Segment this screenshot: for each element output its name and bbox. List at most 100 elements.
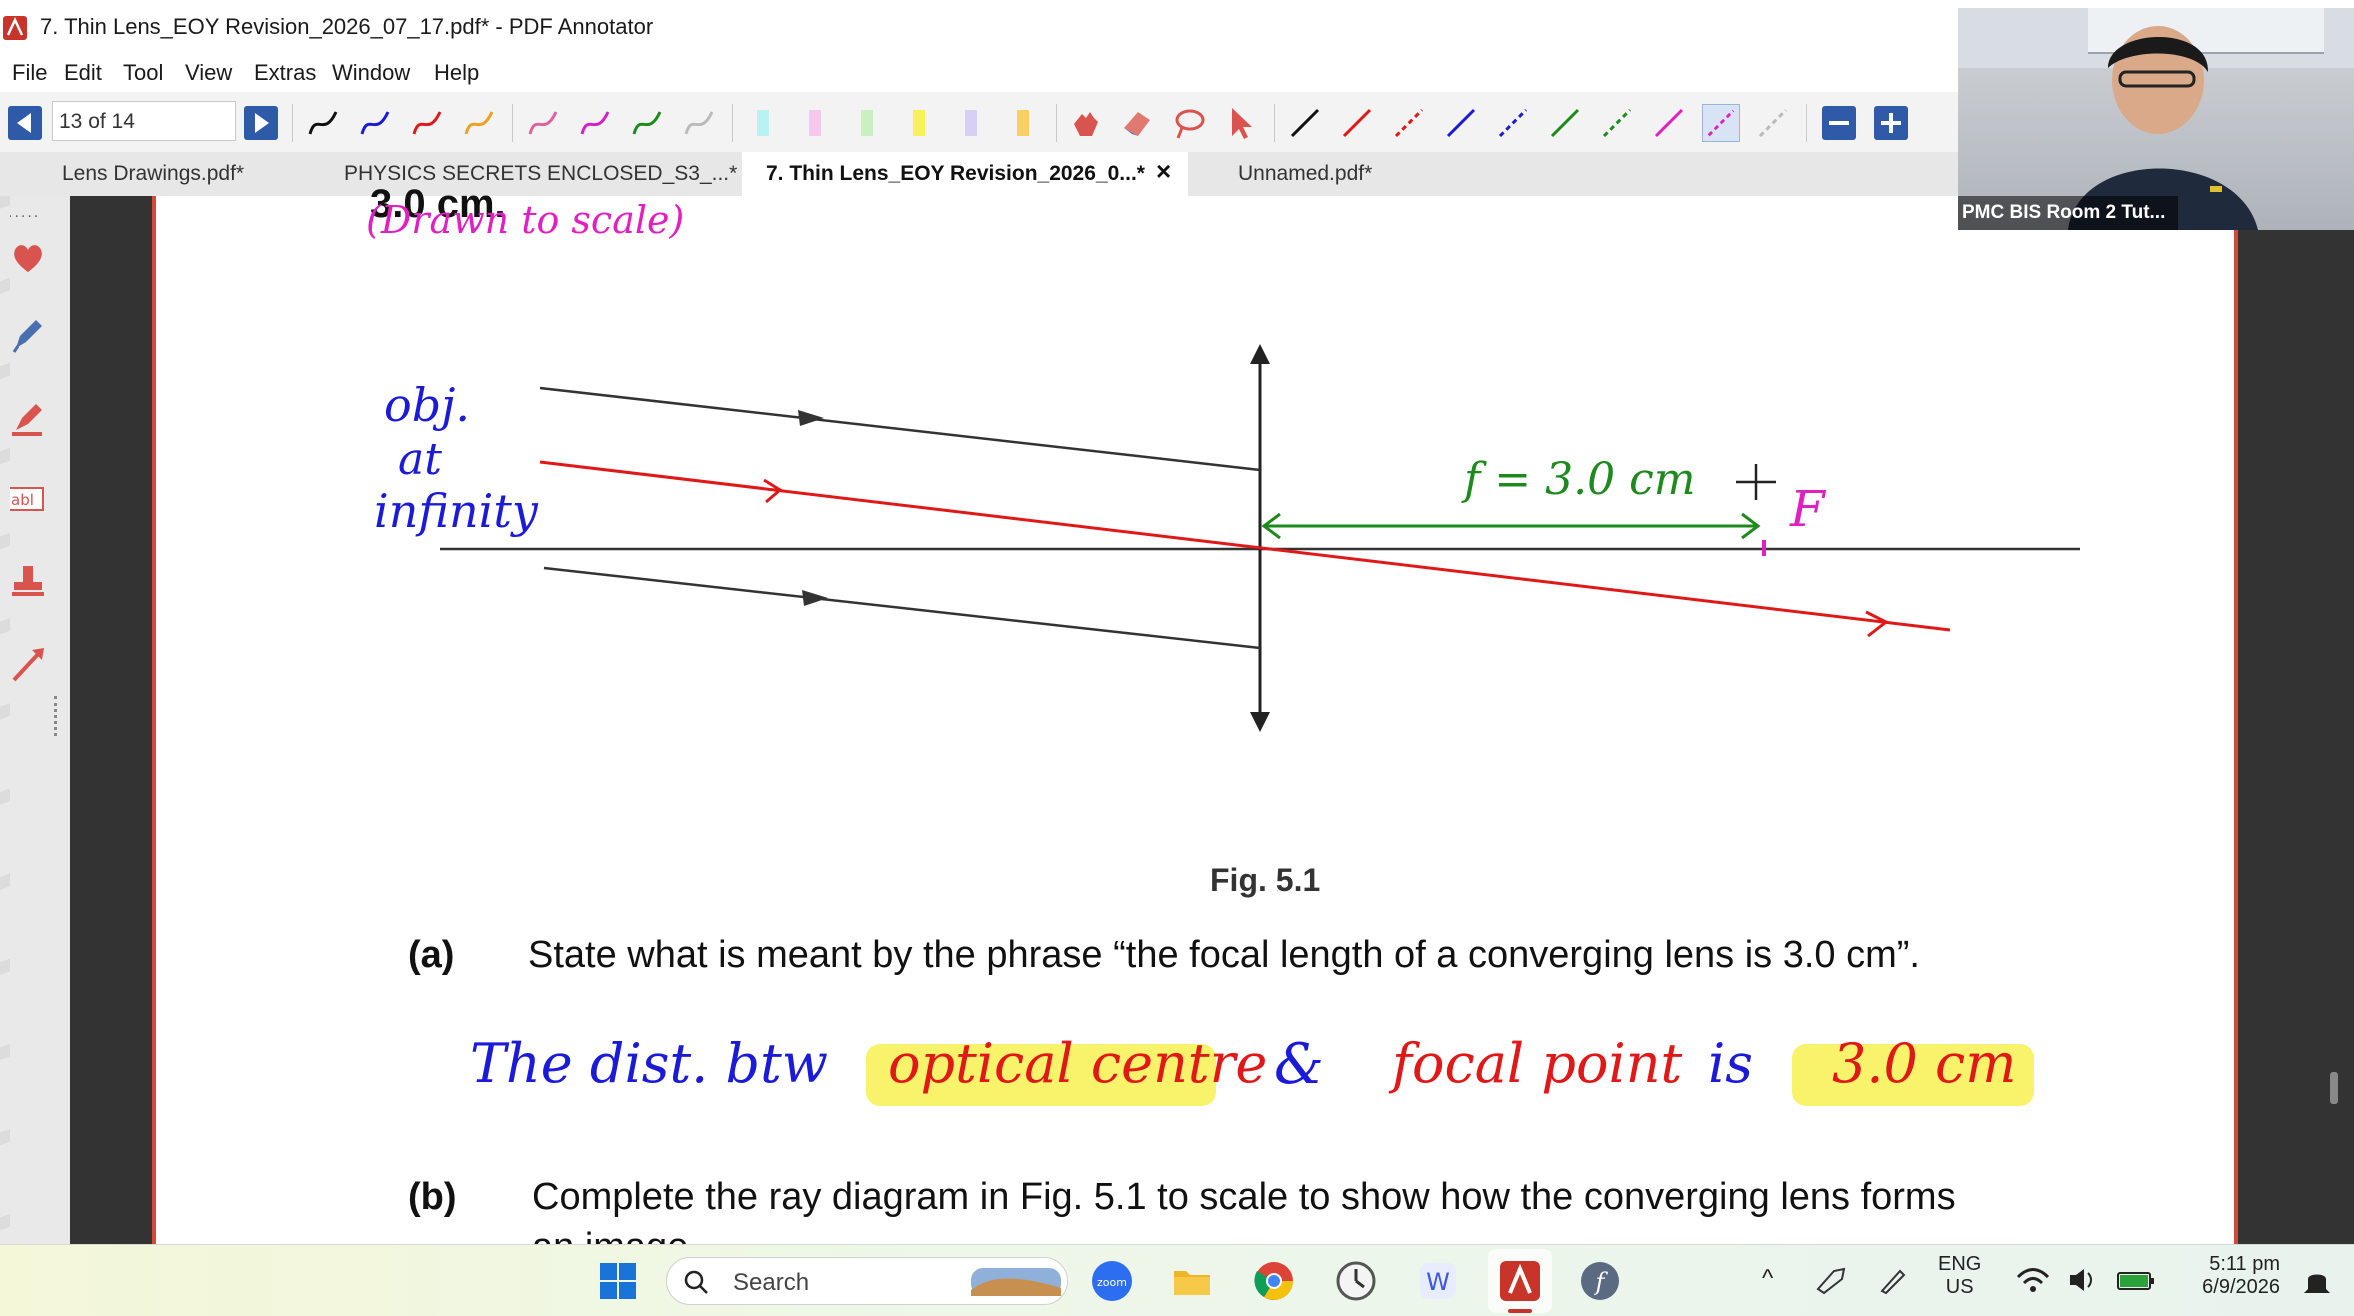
- dashed-line-red-icon[interactable]: [1390, 104, 1428, 142]
- focal-point-label: F: [1790, 480, 1825, 538]
- location-icon[interactable]: [1814, 1265, 1848, 1295]
- menu-help[interactable]: Help: [434, 60, 479, 86]
- search-placeholder: Search: [733, 1269, 810, 1296]
- lasso-select-icon[interactable]: [1170, 104, 1208, 142]
- line-green-icon[interactable]: [1546, 104, 1584, 142]
- taskbar-search-box[interactable]: Search: [666, 1257, 1068, 1305]
- svg-text:zoom: zoom: [1097, 1276, 1127, 1289]
- pen-green-icon[interactable]: [628, 104, 666, 142]
- clock-date: 6/9/2026: [2202, 1276, 2280, 1298]
- language-code: ENG: [1938, 1253, 1982, 1275]
- line-black-icon[interactable]: [1286, 104, 1324, 142]
- pdf-annotator-taskbar-icon[interactable]: [1498, 1259, 1542, 1303]
- wifi-icon[interactable]: [2016, 1265, 2050, 1295]
- zoom-in-icon[interactable]: [1872, 104, 1910, 142]
- search-highlight-image: [971, 1268, 1061, 1296]
- vertical-scrollbar-thumb[interactable]: [2330, 1072, 2338, 1104]
- lens-top-arrowhead: [1250, 344, 1270, 364]
- filezilla-app-icon[interactable]: f: [1578, 1259, 1622, 1303]
- pen-grey-icon[interactable]: [680, 104, 718, 142]
- highlighter-green-icon[interactable]: [848, 104, 886, 142]
- hand-tool-icon[interactable]: [1066, 104, 1104, 142]
- ray-arrowhead: [798, 410, 824, 426]
- highlighter-lavender-icon[interactable]: [952, 104, 990, 142]
- language-indicator[interactable]: ENG US: [1938, 1253, 1981, 1299]
- windows-taskbar: Search zoom W f ^ ENG US 5:11 pm 6/9/202…: [0, 1244, 2354, 1316]
- line-magenta-icon[interactable]: [1650, 104, 1688, 142]
- tab-label: Lens Drawings.pdf*: [62, 162, 245, 185]
- answer-is: is: [1708, 1032, 1753, 1095]
- pen-blue-icon[interactable]: [356, 104, 394, 142]
- file-explorer-icon[interactable]: [1170, 1259, 1214, 1303]
- line-red-icon[interactable]: [1338, 104, 1376, 142]
- canvas-margin-left: [70, 196, 152, 1244]
- highlighter-cyan-icon[interactable]: [744, 104, 782, 142]
- ray-arrowhead: [802, 590, 828, 606]
- page-number-field[interactable]: 13 of 14: [52, 101, 236, 141]
- webcam-name-label: PMC BIS Room 2 Tut...: [1962, 202, 2166, 223]
- menu-extras[interactable]: Extras: [254, 60, 316, 86]
- next-page-icon[interactable]: [242, 104, 280, 142]
- window-title: 7. Thin Lens_EOY Revision_2026_07_17.pdf…: [40, 14, 654, 39]
- clock-time: 5:11 pm: [2209, 1253, 2280, 1275]
- annotation-toolbar: 13 of 14: [0, 92, 1958, 152]
- menu-tool[interactable]: Tool: [123, 60, 163, 86]
- document-tabs: Lens Drawings.pdf* PHYSICS SECRETS ENCLO…: [0, 152, 1958, 196]
- pdf-annotator-app-icon: [3, 16, 27, 40]
- menu-edit[interactable]: Edit: [64, 60, 102, 86]
- line-blue-icon[interactable]: [1442, 104, 1480, 142]
- focal-length-annotation: f = 3.0 cm: [1464, 454, 1696, 505]
- pen-red-icon[interactable]: [408, 104, 446, 142]
- tab-label: Unnamed.pdf*: [1238, 162, 1373, 185]
- tab-physics-secrets[interactable]: PHYSICS SECRETS ENCLOSED_S3_...*: [300, 152, 740, 196]
- pen-input-icon[interactable]: [1876, 1265, 1910, 1295]
- dashed-line-magenta-icon[interactable]: [1702, 104, 1740, 142]
- dashed-line-grey-icon[interactable]: [1754, 104, 1792, 142]
- battery-charging-icon[interactable]: [2116, 1265, 2156, 1295]
- answer-text-part1: The dist. btw: [470, 1032, 828, 1095]
- highlighter-yellow-icon[interactable]: [900, 104, 938, 142]
- clock-app-icon[interactable]: [1334, 1259, 1378, 1303]
- zoom-out-icon[interactable]: [1820, 104, 1858, 142]
- dashed-line-green-icon[interactable]: [1598, 104, 1636, 142]
- close-tab-icon[interactable]: ×: [1156, 156, 1171, 187]
- region-code: US: [1945, 1276, 1974, 1298]
- menu-file[interactable]: File: [12, 60, 47, 86]
- dashed-line-blue-icon[interactable]: [1494, 104, 1532, 142]
- menu-view[interactable]: View: [185, 60, 232, 86]
- answer-ampersand: &: [1274, 1032, 1324, 1097]
- menu-window[interactable]: Window: [332, 60, 410, 86]
- lens-bottom-arrowhead: [1250, 712, 1270, 732]
- windows-start-icon[interactable]: [596, 1259, 640, 1303]
- title-bar: 7. Thin Lens_EOY Revision_2026_07_17.pdf…: [0, 0, 1958, 58]
- tab-label: 7. Thin Lens_EOY Revision_2026_0...*: [766, 162, 1145, 185]
- chrome-icon[interactable]: [1252, 1259, 1296, 1303]
- system-clock[interactable]: 5:11 pm 6/9/2026: [2176, 1253, 2280, 1299]
- notification-bell-icon[interactable]: [2300, 1265, 2334, 1299]
- obj-label-line2: at: [398, 434, 442, 485]
- webcam-video-tile: PMC BIS Room 2 Tut...: [1958, 8, 2354, 230]
- obj-label-line3: infinity: [374, 484, 538, 538]
- pen-pink-icon[interactable]: [524, 104, 562, 142]
- red-ray-arrow: [1865, 610, 1889, 638]
- answer-optical-centre: optical centre: [888, 1032, 1268, 1095]
- volume-icon[interactable]: [2066, 1265, 2100, 1295]
- pen-orange-icon[interactable]: [460, 104, 498, 142]
- pointer-select-icon[interactable]: [1222, 104, 1260, 142]
- eraser-icon[interactable]: [1118, 104, 1156, 142]
- previous-page-icon[interactable]: [6, 104, 44, 142]
- pen-magenta-icon[interactable]: [576, 104, 614, 142]
- tab-thin-lens-active[interactable]: 7. Thin Lens_EOY Revision_2026_0...* ×: [742, 152, 1188, 196]
- red-ray-through-centre: [539, 460, 1951, 632]
- tab-unnamed[interactable]: Unnamed.pdf*: [1190, 152, 1420, 196]
- zoom-app-icon[interactable]: zoom: [1090, 1259, 1134, 1303]
- svg-text:W: W: [1426, 1268, 1450, 1296]
- highlighter-pink-icon[interactable]: [796, 104, 834, 142]
- whiteboard-app-icon[interactable]: W: [1416, 1259, 1460, 1303]
- show-hidden-icons-chevron-icon[interactable]: ^: [1762, 1265, 1773, 1293]
- drawn-to-scale-annotation: (Drawn to scale): [366, 198, 685, 242]
- answer-focal-point: focal point: [1392, 1032, 1683, 1095]
- highlighter-amber-icon[interactable]: [1004, 104, 1042, 142]
- tab-lens-drawings[interactable]: Lens Drawings.pdf*: [0, 152, 300, 196]
- pen-black-icon[interactable]: [304, 104, 342, 142]
